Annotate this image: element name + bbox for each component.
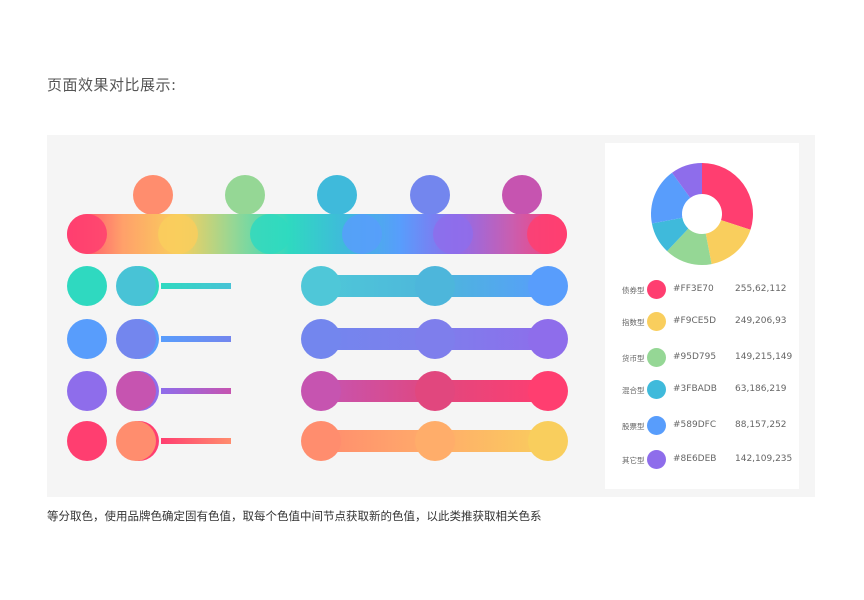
gradient-knot [342, 214, 382, 254]
legend-swatch [647, 312, 666, 331]
legend-row: 其它型 #8E6DEB 142,109,235 [605, 450, 799, 470]
legend-label: 股票型 [622, 422, 645, 431]
top-color-circle [225, 175, 265, 215]
donut-slice [702, 163, 753, 230]
base-color-circle [67, 421, 107, 461]
color-visualization [47, 135, 607, 497]
segment-node [301, 266, 341, 306]
segment-node [415, 266, 455, 306]
legend-rgb: 142,109,235 [735, 454, 793, 464]
legend-label: 混合型 [622, 386, 645, 395]
segment-node [415, 371, 455, 411]
legend-row: 债券型 #FF3E70 255,62,112 [605, 280, 799, 300]
gradient-knot [250, 214, 290, 254]
legend-swatch [647, 280, 666, 299]
segment-node [301, 371, 341, 411]
segment-node [528, 421, 568, 461]
segment-node [528, 319, 568, 359]
legend-swatch [647, 450, 666, 469]
gradient-knot [158, 214, 198, 254]
legend-swatch [647, 380, 666, 399]
legend-rgb: 149,215,149 [735, 352, 793, 362]
base-color-circle [67, 319, 107, 359]
base-color-circle [67, 371, 107, 411]
color-line [161, 283, 231, 289]
legend-rgb: 63,186,219 [735, 384, 787, 394]
top-color-circle [502, 175, 542, 215]
color-line [161, 388, 231, 394]
legend-row: 股票型 #589DFC 88,157,252 [605, 416, 799, 436]
legend-label: 债券型 [622, 286, 645, 295]
legend-card: 债券型 #FF3E70 255,62,112 指数型 #F9CE5D 249,206,93… [605, 143, 799, 489]
donut-chart [651, 163, 753, 265]
top-color-circle [410, 175, 450, 215]
gradient-knot [527, 214, 567, 254]
legend-row: 指数型 #F9CE5D 249,206,93 [605, 312, 799, 332]
legend-rgb: 249,206,93 [735, 316, 787, 326]
segment-node [528, 266, 568, 306]
mid-color-circle [116, 371, 156, 411]
base-color-circle [67, 266, 107, 306]
legend-rgb: 88,157,252 [735, 420, 787, 430]
segment-node [301, 421, 341, 461]
legend-hex: #95D795 [673, 352, 717, 362]
segment-node [301, 319, 341, 359]
legend-hex: #FF3E70 [673, 284, 714, 294]
color-line [161, 438, 231, 444]
mid-color-circle [116, 266, 156, 306]
mid-color-circle [116, 319, 156, 359]
legend-label: 其它型 [622, 456, 645, 465]
legend-swatch [647, 348, 666, 367]
legend-hex: #589DFC [673, 420, 717, 430]
segment-node [528, 371, 568, 411]
legend-hex: #F9CE5D [673, 316, 717, 326]
legend-label: 货币型 [622, 354, 645, 363]
top-color-circle [133, 175, 173, 215]
segment-node [415, 421, 455, 461]
legend-hex: #8E6DEB [673, 454, 717, 464]
legend-row: 混合型 #3FBADB 63,186,219 [605, 380, 799, 400]
color-line [161, 336, 231, 342]
top-color-circle [317, 175, 357, 215]
mid-color-circle [116, 421, 156, 461]
legend-swatch [647, 416, 666, 435]
gradient-knot [67, 214, 107, 254]
gradient-knot [433, 214, 473, 254]
caption: 等分取色，使用品牌色确定固有色值，取每个色值中间节点获取新的色值，以此类推获取相… [47, 509, 542, 523]
legend-row: 货币型 #95D795 149,215,149 [605, 348, 799, 368]
legend-hex: #3FBADB [673, 384, 717, 394]
legend-rgb: 255,62,112 [735, 284, 787, 294]
main-gradient-bar [67, 214, 567, 254]
page-title: 页面效果对比展示: [47, 76, 177, 94]
segment-node [415, 319, 455, 359]
legend-label: 指数型 [622, 318, 645, 327]
